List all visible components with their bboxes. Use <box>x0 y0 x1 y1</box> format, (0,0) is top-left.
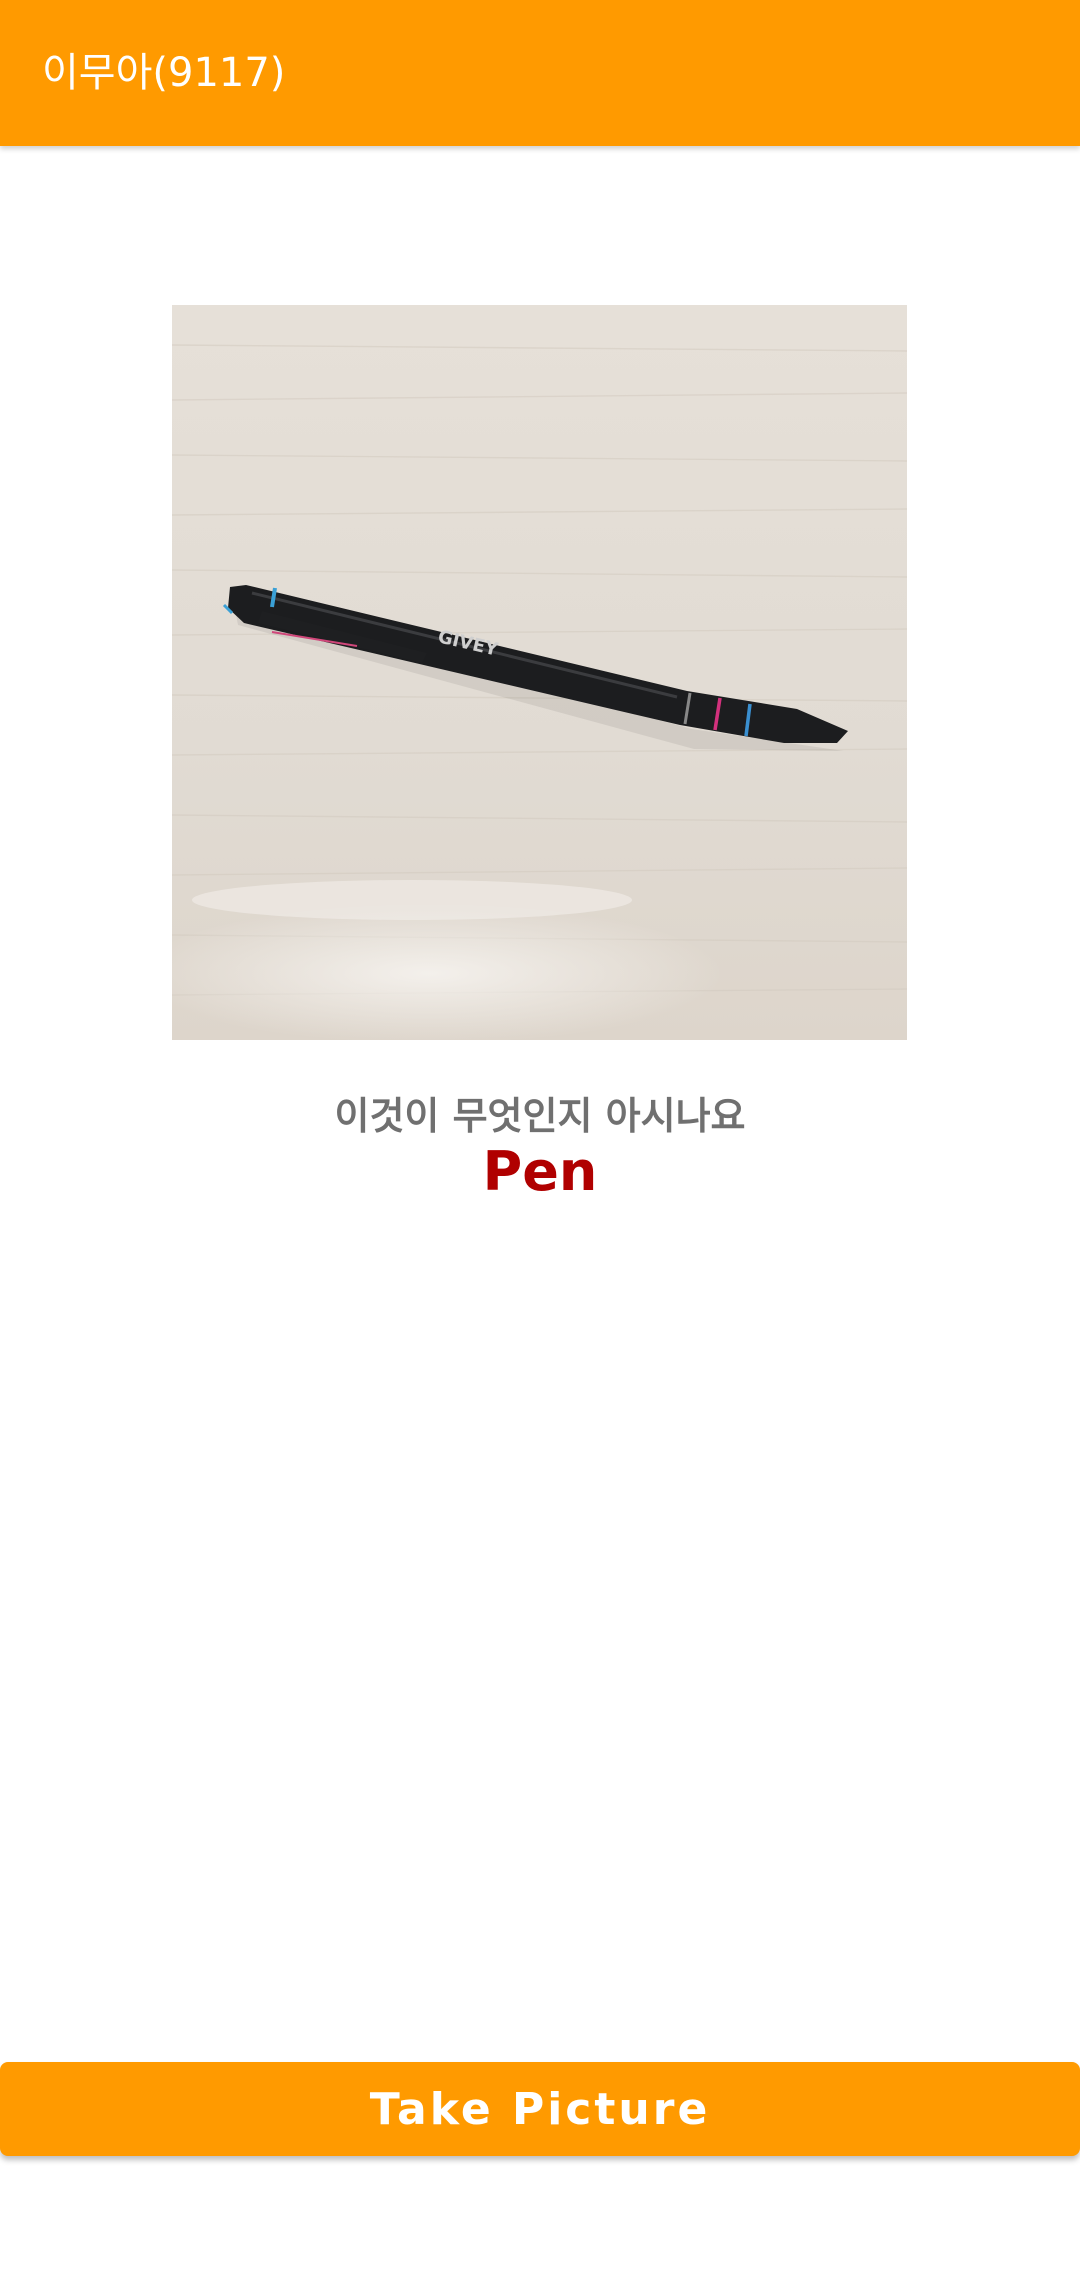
captured-photo: GIVEY <box>172 305 907 1040</box>
take-picture-button[interactable]: Take Picture <box>0 2062 1080 2156</box>
answer-text: Pen <box>482 1140 598 1203</box>
app-bar: 이무아(9117) <box>0 0 1080 146</box>
pen-photo: GIVEY <box>172 305 907 1040</box>
app-title: 이무아(9117) <box>42 50 286 96</box>
take-picture-label: Take Picture <box>369 2083 711 2135</box>
question-text: 이것이 무엇인지 아시나요 <box>334 1094 746 1138</box>
